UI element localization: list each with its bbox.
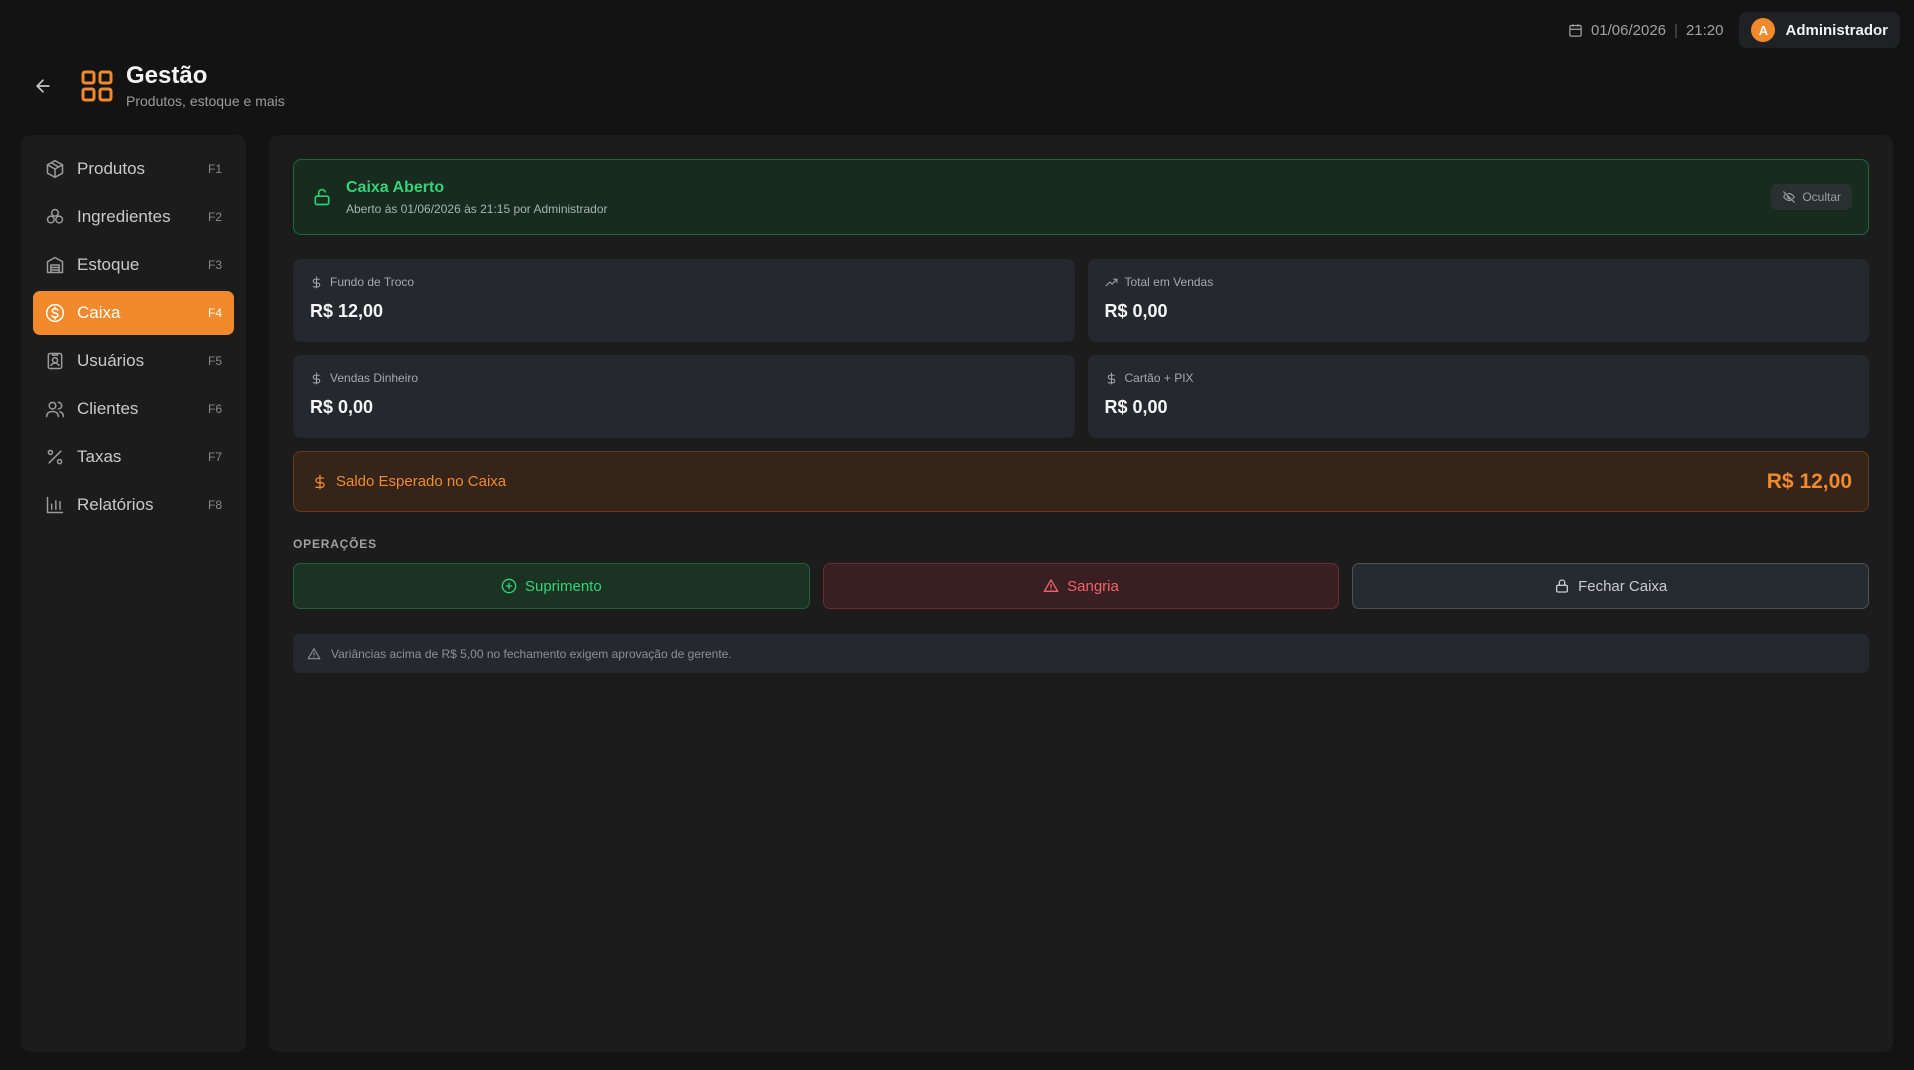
dollar-icon xyxy=(310,276,323,289)
sidebar-item-clientes[interactable]: Clientes F6 xyxy=(33,387,234,431)
hide-values-button[interactable]: Ocultar xyxy=(1771,184,1852,210)
sidebar-item-label: Produtos xyxy=(77,159,146,178)
dollar-icon xyxy=(312,474,328,490)
stat-value: R$ 12,00 xyxy=(310,301,384,321)
sidebar-item-label: Caixa xyxy=(77,303,121,322)
stat-card-total-vendas: Total em Vendas R$ 0,00 xyxy=(1087,259,1869,342)
stats-grid: Fundo de Troco R$ 12,00 Total em Vendas … xyxy=(293,259,1869,438)
back-button[interactable] xyxy=(30,73,56,99)
stat-label: Total em Vendas xyxy=(1124,275,1214,289)
lock-open-icon xyxy=(312,187,332,207)
operations-buttons: Suprimento Sangria Fechar Caixa xyxy=(293,563,1869,609)
page-subtitle: Produtos, estoque e mais xyxy=(126,93,285,109)
grid-icon xyxy=(80,69,114,103)
alert-triangle-icon xyxy=(307,647,321,661)
variance-notice: Variâncias acima de R$ 5,00 no fechament… xyxy=(293,634,1869,673)
expected-balance-card: Saldo Esperado no Caixa R$ 12,00 xyxy=(293,451,1869,512)
current-date: 01/06/2026 xyxy=(1590,21,1667,39)
close-register-button[interactable]: Fechar Caixa xyxy=(1352,563,1869,609)
suprimento-label: Suprimento xyxy=(524,577,602,595)
user-name: Administrador xyxy=(1785,21,1888,39)
current-time: 21:20 xyxy=(1685,21,1724,39)
users-icon xyxy=(45,399,65,419)
plus-circle-icon xyxy=(501,578,517,594)
shortcut-key: F6 xyxy=(207,402,222,416)
arrow-left-icon xyxy=(33,76,53,96)
sidebar-item-caixa[interactable]: Caixa F4 xyxy=(33,291,234,335)
shortcut-key: F3 xyxy=(207,258,222,272)
register-status-title: Caixa Aberto xyxy=(346,178,445,196)
shortcut-key: F8 xyxy=(207,498,222,512)
calendar-icon xyxy=(1568,23,1583,38)
sidebar-item-label: Clientes xyxy=(77,399,139,418)
lock-icon xyxy=(1554,578,1570,594)
user-badge-icon xyxy=(45,351,65,371)
shortcut-key: F4 xyxy=(207,306,222,320)
avatar: A xyxy=(1751,18,1776,42)
sidebar: Produtos F1 Ingredientes F2 Estoque F3 C… xyxy=(21,135,246,1052)
package-icon xyxy=(45,159,65,179)
sidebar-item-ingredientes[interactable]: Ingredientes F2 xyxy=(33,195,234,239)
dollar-icon xyxy=(1105,372,1118,385)
expected-balance-label: Saldo Esperado no Caixa xyxy=(336,473,507,490)
operations-title: OPERAÇÕES xyxy=(293,537,377,551)
top-bar: 01/06/2026 | 21:20 A Administrador xyxy=(1568,12,1900,48)
dollar-icon xyxy=(310,372,323,385)
trending-up-icon xyxy=(1105,276,1118,289)
hide-values-label: Ocultar xyxy=(1802,190,1841,204)
stat-card-vendas-dinheiro: Vendas Dinheiro R$ 0,00 xyxy=(293,355,1075,438)
stat-label: Fundo de Troco xyxy=(330,275,415,289)
stat-value: R$ 0,00 xyxy=(1104,397,1168,417)
sidebar-item-label: Estoque xyxy=(77,255,140,274)
suprimento-button[interactable]: Suprimento xyxy=(293,563,810,609)
page-header: Gestão Produtos, estoque e mais xyxy=(30,62,285,109)
alert-triangle-icon xyxy=(1043,578,1059,594)
main-panel: Caixa Aberto Aberto às 01/06/2026 às 21:… xyxy=(269,135,1893,1052)
sidebar-item-relatorios[interactable]: Relatórios F8 xyxy=(33,483,234,527)
shortcut-key: F7 xyxy=(207,450,222,464)
sidebar-item-label: Usuários xyxy=(77,351,145,370)
bar-chart-icon xyxy=(45,495,65,515)
dollar-circle-icon xyxy=(45,303,65,323)
shortcut-key: F2 xyxy=(207,210,222,224)
variance-notice-text: Variâncias acima de R$ 5,00 no fechament… xyxy=(331,646,732,661)
sangria-label: Sangria xyxy=(1067,577,1119,595)
expected-balance-value: R$ 12,00 xyxy=(1766,469,1852,493)
percent-icon xyxy=(45,447,65,467)
sidebar-item-label: Ingredientes xyxy=(77,207,171,226)
warehouse-icon xyxy=(45,255,65,275)
sidebar-item-label: Relatórios xyxy=(77,495,154,514)
close-register-label: Fechar Caixa xyxy=(1578,577,1668,595)
register-status-card: Caixa Aberto Aberto às 01/06/2026 às 21:… xyxy=(293,159,1869,235)
sidebar-item-taxas[interactable]: Taxas F7 xyxy=(33,435,234,479)
shortcut-key: F5 xyxy=(207,354,222,368)
stat-label: Cartão + PIX xyxy=(1124,371,1194,385)
sidebar-item-label: Taxas xyxy=(77,447,122,466)
stat-label: Vendas Dinheiro xyxy=(330,371,419,385)
sidebar-item-usuarios[interactable]: Usuários F5 xyxy=(33,339,234,383)
sidebar-item-estoque[interactable]: Estoque F3 xyxy=(33,243,234,287)
datetime: 01/06/2026 | 21:20 xyxy=(1568,21,1724,39)
user-menu[interactable]: A Administrador xyxy=(1739,12,1900,48)
eye-off-icon xyxy=(1782,190,1796,204)
sidebar-item-produtos[interactable]: Produtos F1 xyxy=(33,147,234,191)
stat-value: R$ 0,00 xyxy=(1104,301,1168,321)
sangria-button[interactable]: Sangria xyxy=(822,563,1340,609)
register-status-subtitle: Aberto às 01/06/2026 às 21:15 por Admini… xyxy=(346,201,608,216)
cherries-icon xyxy=(45,207,65,227)
stat-value: R$ 0,00 xyxy=(310,397,374,417)
page-title: Gestão xyxy=(126,62,208,89)
datetime-separator: | xyxy=(1674,21,1678,39)
stat-card-cartao-pix: Cartão + PIX R$ 0,00 xyxy=(1087,355,1869,438)
shortcut-key: F1 xyxy=(207,162,222,176)
stat-card-fundo-troco: Fundo de Troco R$ 12,00 xyxy=(293,259,1075,342)
